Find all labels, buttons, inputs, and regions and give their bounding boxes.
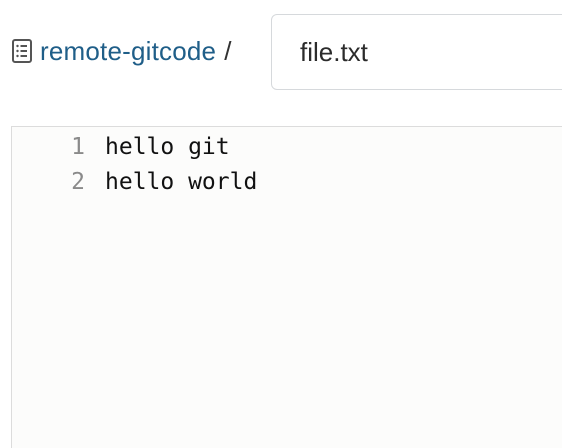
line-text[interactable]: hello git [105, 134, 230, 160]
line-number: 1 [71, 134, 85, 160]
breadcrumb-separator: / [224, 35, 232, 66]
code-line: 2 hello world [12, 165, 257, 199]
code-editor[interactable]: 1 hello git 2 hello world [11, 126, 562, 448]
line-number: 2 [71, 169, 85, 195]
code-line: 1 hello git [12, 130, 230, 164]
repo-link[interactable]: remote-gitcode [40, 36, 216, 67]
repo-icon [10, 37, 34, 65]
file-name-input[interactable] [271, 14, 562, 90]
file-editor-page: remote-gitcode / 1 hello git 2 hello wor… [0, 0, 562, 448]
breadcrumb: remote-gitcode / [10, 30, 231, 72]
line-text[interactable]: hello world [105, 169, 257, 195]
